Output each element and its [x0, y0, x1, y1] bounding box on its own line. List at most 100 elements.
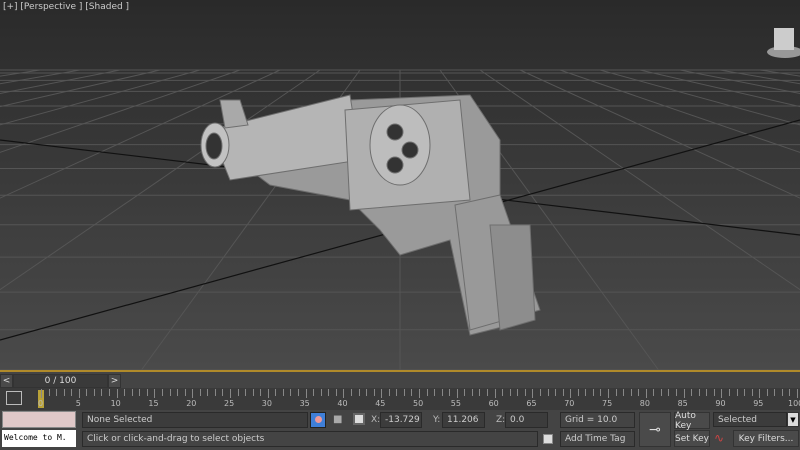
- ruler-tick: [373, 389, 375, 396]
- ruler-tick: [441, 389, 443, 396]
- selection-status: None Selected: [82, 412, 308, 428]
- ruler-label: 10: [110, 399, 121, 408]
- ruler-tick: [721, 389, 723, 398]
- ruler-tick: [539, 389, 541, 396]
- ruler-tick: [101, 389, 103, 396]
- ruler-tick: [555, 389, 557, 396]
- ruler-tick: [93, 389, 95, 396]
- chevron-down-icon[interactable]: ▼: [787, 412, 799, 427]
- ruler-tick: [653, 389, 655, 396]
- ruler-tick: [381, 389, 383, 398]
- ruler-tick: [789, 389, 791, 396]
- ruler-tick: [71, 389, 73, 396]
- z-coordinate-field[interactable]: 0.0: [505, 412, 548, 428]
- ruler-label: 0: [38, 399, 44, 408]
- add-time-tag-button[interactable]: Add Time Tag: [560, 431, 635, 447]
- grid-snap-icon[interactable]: [543, 434, 553, 444]
- default-in-out-tangent-icon[interactable]: ∿: [714, 431, 730, 446]
- ruler-tick: [608, 389, 609, 398]
- prev-frame-button[interactable]: <: [0, 374, 13, 388]
- curve-editor-icon[interactable]: [6, 391, 22, 405]
- ruler-label: 95: [753, 399, 764, 408]
- ruler-label: 15: [148, 399, 159, 408]
- lock-icon[interactable]: ■: [333, 414, 343, 425]
- maxscript-output[interactable]: Welcome to M.: [2, 430, 76, 447]
- ruler-tick: [691, 389, 693, 396]
- ruler-tick: [426, 389, 428, 396]
- ruler-label: 45: [375, 399, 386, 408]
- grid-and-model: [0, 28, 800, 370]
- set-key-button[interactable]: Set Key: [674, 430, 710, 447]
- ruler-tick: [676, 389, 678, 396]
- ruler-tick: [260, 389, 262, 396]
- track-bar[interactable]: 0 5 10 15 20 25 30 35 40 45 50 55 60 65 70 75 80 85 90 95 10…: [0, 388, 800, 410]
- ruler-tick: [237, 389, 239, 396]
- maxscript-listener-input[interactable]: [2, 411, 76, 428]
- ruler-label: 55: [450, 399, 461, 408]
- ruler-label: 85: [677, 399, 688, 408]
- ruler-tick: [638, 389, 640, 396]
- ruler-tick: [532, 389, 534, 398]
- ruler-tick: [78, 389, 80, 398]
- ruler-tick: [298, 389, 300, 396]
- ruler-tick: [63, 389, 65, 396]
- ruler-tick: [124, 389, 126, 396]
- ruler-tick: [192, 389, 194, 398]
- set-key-mode-button[interactable]: ⊸: [639, 412, 671, 447]
- ruler-tick: [184, 389, 186, 396]
- ruler-tick: [509, 389, 511, 396]
- absolute-mode-icon[interactable]: [353, 413, 365, 425]
- ruler-tick: [358, 389, 360, 396]
- ruler-label: 60: [488, 399, 499, 408]
- ruler-tick: [660, 389, 662, 396]
- ruler-tick: [774, 389, 776, 396]
- ruler-tick: [728, 389, 730, 396]
- ruler-tick: [207, 389, 209, 396]
- ruler-tick: [267, 389, 269, 398]
- time-slider[interactable]: 0 / 100: [13, 374, 108, 388]
- x-coordinate-field[interactable]: -13.729: [380, 412, 422, 428]
- ruler-tick: [48, 389, 50, 396]
- next-frame-button[interactable]: >: [108, 374, 121, 388]
- ruler-tick: [199, 389, 201, 396]
- ruler-tick: [600, 389, 602, 396]
- isolate-selection-icon[interactable]: [310, 412, 326, 428]
- ruler-label: 100: [788, 399, 800, 408]
- ruler-label: 40: [337, 399, 348, 408]
- ruler-tick: [713, 389, 715, 396]
- ruler-tick: [456, 389, 458, 398]
- auto-key-button[interactable]: Auto Key: [674, 411, 710, 431]
- ruler-label: 90: [715, 399, 726, 408]
- ruler-tick: [736, 389, 738, 396]
- ruler-tick: [502, 389, 504, 396]
- ruler-tick: [290, 389, 292, 396]
- ruler-tick: [252, 389, 254, 396]
- perspective-viewport[interactable]: [+] [Perspective ] [Shaded ]: [0, 0, 800, 372]
- revolver-model: [200, 94, 541, 336]
- ruler-tick: [388, 389, 390, 396]
- ruler-tick: [131, 389, 133, 396]
- viewport-label[interactable]: [+] [Perspective ] [Shaded ]: [3, 2, 129, 12]
- grid-size: Grid = 10.0: [560, 412, 635, 428]
- ruler-tick: [335, 389, 337, 396]
- key-icon: ⊸: [649, 421, 661, 438]
- key-filter-select[interactable]: Selected: [713, 412, 787, 427]
- key-filters-button[interactable]: Key Filters...: [733, 430, 799, 447]
- ruler-tick: [464, 389, 466, 396]
- ruler-tick: [706, 389, 708, 396]
- ruler-tick: [766, 389, 768, 396]
- viewcube-icon: [767, 28, 800, 58]
- ruler-tick: [230, 389, 231, 398]
- ruler-tick: [547, 389, 549, 396]
- ruler-tick: [305, 389, 307, 398]
- ruler-tick: [471, 389, 473, 396]
- ruler-tick: [434, 389, 436, 396]
- ruler-tick: [109, 389, 111, 396]
- y-coordinate-field[interactable]: 11.206: [442, 412, 485, 428]
- ruler-tick: [524, 389, 526, 396]
- ruler-label: 65: [526, 399, 537, 408]
- ruler-tick: [577, 389, 579, 396]
- ruler-tick: [645, 389, 647, 398]
- ruler-tick: [419, 389, 420, 398]
- ruler-tick: [154, 389, 156, 398]
